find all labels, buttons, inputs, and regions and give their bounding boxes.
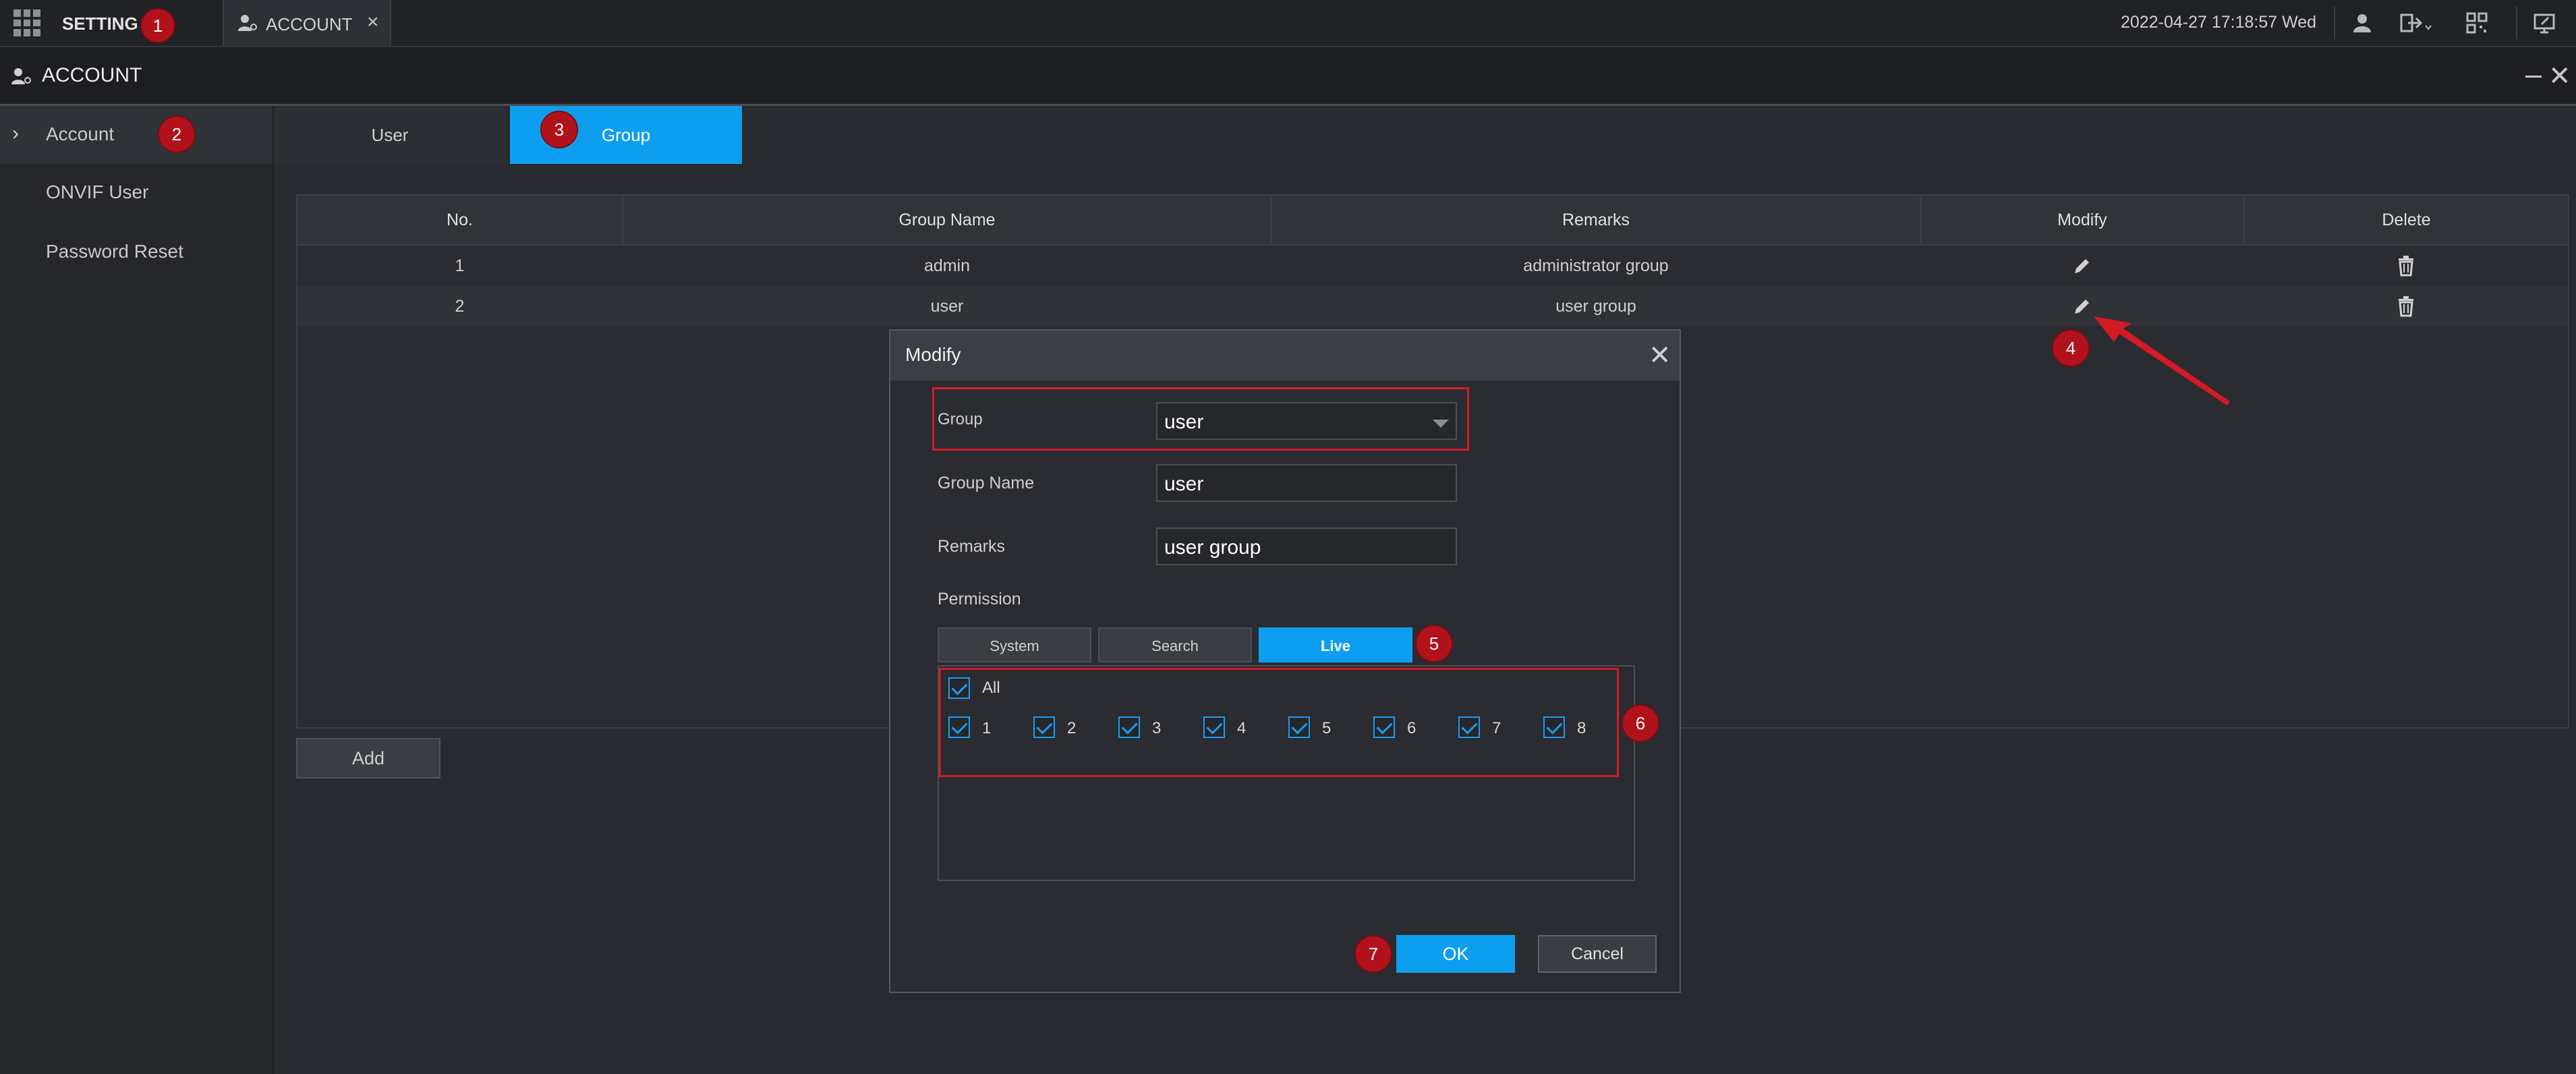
- cell-remarks: user group: [1555, 297, 1636, 316]
- channel-label: 1: [982, 719, 992, 737]
- sidebar-item-account[interactable]: › Account 2: [0, 106, 273, 164]
- account-icon: [238, 15, 257, 31]
- annotation-badge-2: 2: [159, 117, 194, 152]
- sidebar-item-password-reset[interactable]: Password Reset: [0, 223, 273, 281]
- tab-user[interactable]: User: [274, 106, 506, 164]
- minimize-icon[interactable]: [2525, 76, 2542, 78]
- column-header-modify: Modify: [1921, 196, 2245, 244]
- trash-icon[interactable]: [2396, 295, 2416, 317]
- divider: [2516, 7, 2517, 39]
- sidebar: › Account 2 ONVIF User Password Reset: [0, 106, 274, 1074]
- page-title: ACCOUNT: [42, 64, 142, 86]
- channel-label: 2: [1067, 719, 1077, 737]
- checkbox-channel-2[interactable]: [1033, 716, 1055, 738]
- cell-no: 1: [455, 256, 465, 275]
- cell-remarks: administrator group: [1523, 256, 1669, 275]
- chevron-right-icon: ›: [12, 122, 19, 144]
- tab-live[interactable]: Live: [1259, 627, 1412, 662]
- permission-label: Permission: [938, 590, 1021, 609]
- cancel-button[interactable]: Cancel: [1538, 935, 1657, 973]
- checkbox-channel-6[interactable]: [1373, 716, 1395, 738]
- channel-label: 7: [1492, 719, 1501, 737]
- user-icon[interactable]: [2349, 9, 2376, 36]
- tab-account[interactable]: ACCOUNT ×: [223, 0, 391, 46]
- channel-label: 8: [1577, 719, 1586, 737]
- remarks-label: Remarks: [938, 537, 1006, 556]
- datetime: 2022-04-27 17:18:57 Wed: [2121, 13, 2317, 32]
- modify-dialog: Modify ✕ Group user Group Name user Rema…: [889, 329, 1681, 993]
- account-icon: [11, 68, 31, 84]
- close-icon[interactable]: ✕: [2548, 61, 2571, 92]
- sidebar-item-onvif-user[interactable]: ONVIF User: [0, 164, 273, 222]
- table-header: No. Group Name Remarks Modify Delete: [297, 196, 2568, 246]
- annotation-badge-7: 7: [1356, 936, 1391, 971]
- remarks-field[interactable]: user group: [1156, 528, 1457, 565]
- group-select-value: user: [1164, 411, 1204, 433]
- annotation-badge-1: 1: [142, 9, 174, 42]
- checkbox-all[interactable]: [948, 677, 970, 699]
- checkbox-channel-8[interactable]: [1543, 716, 1565, 738]
- checkbox-channel-1[interactable]: [948, 716, 970, 738]
- top-bar: SETTING 1 ACCOUNT × 2022-04-27 17:18:57 …: [0, 0, 2576, 47]
- checkbox-channel-5[interactable]: [1288, 716, 1310, 738]
- channel-label: 5: [1322, 719, 1332, 737]
- column-header-remarks: Remarks: [1272, 196, 1921, 244]
- ok-button[interactable]: OK: [1396, 935, 1515, 973]
- cell-group-name: user: [930, 297, 964, 316]
- group-label: Group: [938, 410, 983, 428]
- logout-icon[interactable]: [2397, 9, 2435, 36]
- column-header-delete: Delete: [2382, 210, 2431, 229]
- annotation-badge-5: 5: [1416, 626, 1452, 661]
- tab-close-icon[interactable]: ×: [367, 11, 379, 34]
- edit-icon[interactable]: [2072, 256, 2092, 276]
- apps-grid-icon[interactable]: [13, 9, 40, 36]
- annotation-badge-6: 6: [1623, 706, 1658, 741]
- close-icon[interactable]: ✕: [1649, 340, 1671, 371]
- channel-label: 4: [1237, 719, 1247, 737]
- page-header: ACCOUNT ✕: [0, 47, 2576, 106]
- sidebar-item-label: Account: [46, 123, 115, 144]
- qr-code-icon[interactable]: [2463, 9, 2490, 36]
- channel-label: 6: [1407, 719, 1416, 737]
- column-header-group-name: Group Name: [623, 196, 1272, 244]
- sidebar-item-label: Password Reset: [46, 241, 183, 262]
- sidebar-item-label: ONVIF User: [46, 181, 149, 202]
- monitor-icon[interactable]: [2531, 9, 2558, 36]
- checkbox-channel-3[interactable]: [1118, 716, 1140, 738]
- column-header-no: No.: [297, 196, 623, 244]
- chevron-down-icon: [1433, 420, 1449, 428]
- tab-account-label: ACCOUNT: [266, 14, 353, 34]
- dialog-header: Modify ✕: [890, 331, 1680, 380]
- dialog-title: Modify: [905, 344, 961, 365]
- tab-group-label: Group: [601, 125, 651, 145]
- checkbox-channel-4[interactable]: [1203, 716, 1225, 738]
- annotation-arrow: [2094, 316, 2230, 405]
- checkbox-all-label: All: [982, 679, 1000, 697]
- add-button[interactable]: Add: [296, 738, 440, 779]
- table-row[interactable]: 1 admin administrator group: [297, 246, 2568, 286]
- setting-label[interactable]: SETTING: [62, 13, 138, 34]
- tab-search[interactable]: Search: [1098, 627, 1252, 662]
- group-select[interactable]: user: [1156, 402, 1457, 440]
- group-name-label: Group Name: [938, 474, 1035, 492]
- annotation-badge-4: 4: [2053, 331, 2088, 366]
- group-name-field[interactable]: user: [1156, 464, 1457, 502]
- annotation-badge-3: 3: [542, 112, 577, 147]
- cell-group-name: admin: [923, 256, 971, 275]
- trash-icon[interactable]: [2396, 255, 2416, 277]
- tab-system[interactable]: System: [938, 627, 1091, 662]
- checkbox-channel-7[interactable]: [1458, 716, 1480, 738]
- cell-no: 2: [455, 297, 465, 316]
- divider: [2334, 7, 2335, 39]
- channel-label: 3: [1152, 719, 1162, 737]
